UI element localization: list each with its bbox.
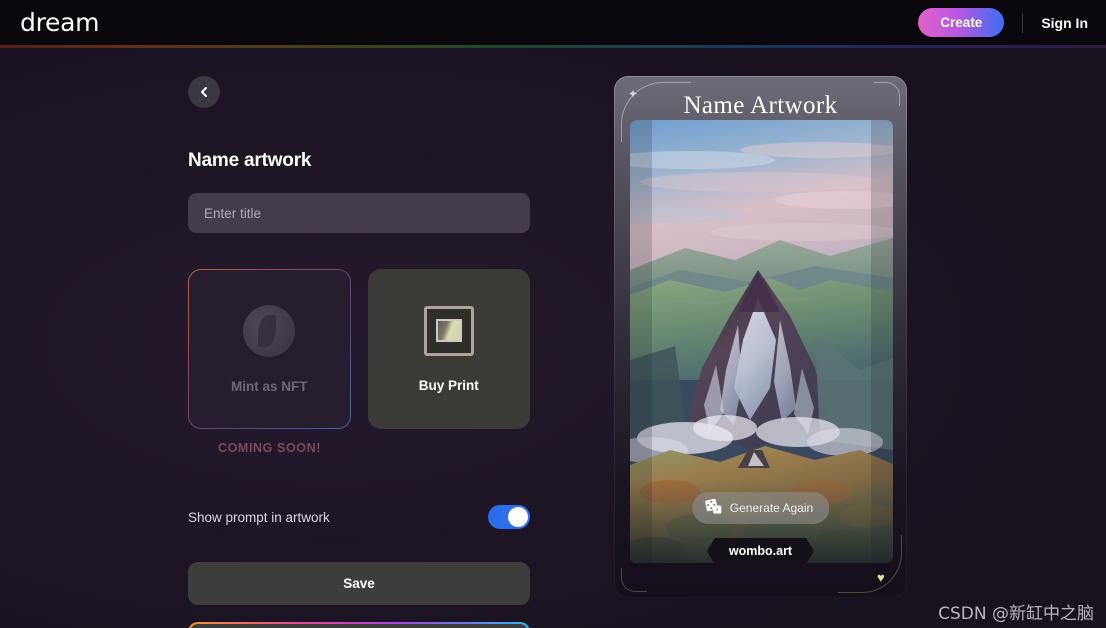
artwork-title-input[interactable] [188, 193, 530, 233]
back-button[interactable] [188, 76, 220, 108]
sign-in-link[interactable]: Sign In [1041, 15, 1088, 31]
coming-soon-badge: COMING SOON! [217, 441, 322, 455]
top-header: dream Create Sign In [0, 0, 1106, 45]
toggle-knob [508, 507, 528, 527]
dice-icon [704, 498, 722, 517]
publish-button[interactable]: Publish [190, 624, 528, 628]
create-button[interactable]: Create [918, 7, 1005, 38]
chevron-left-icon [197, 85, 211, 99]
name-artwork-form: Name artwork Mint as NFT COMING SOON! Bu… [188, 76, 530, 628]
wombo-art-badge: wombo.art [707, 538, 814, 564]
show-prompt-row: Show prompt in artwork [188, 505, 530, 529]
mint-as-nft-label: Mint as NFT [231, 378, 308, 394]
preview-title: Name Artwork [683, 92, 838, 119]
generate-again-button[interactable]: Generate Again [691, 492, 830, 524]
generate-again-label: Generate Again [729, 501, 814, 515]
artwork-preview-card: ✦ Name Artwork Generate Again wombo.art … [614, 76, 907, 598]
publish-button-border[interactable]: Publish [188, 622, 530, 628]
picture-frame-icon [423, 305, 474, 356]
artwork-preview-inner: ✦ Name Artwork Generate Again wombo.art … [615, 77, 906, 597]
nft-coin-icon [243, 304, 296, 357]
wombo-heart-icon: ♥ [877, 570, 885, 585]
picture-frame-inner [435, 319, 462, 342]
dream-logo[interactable]: dream [20, 10, 99, 35]
show-prompt-label: Show prompt in artwork [188, 509, 330, 525]
header-divider [1022, 12, 1024, 33]
corner-flourish-bottom-left [621, 568, 647, 592]
buy-print-label: Buy Print [418, 377, 479, 393]
save-button[interactable]: Save [188, 562, 530, 605]
artwork-options: Mint as NFT COMING SOON! Buy Print [188, 269, 530, 455]
header-actions: Create Sign In [918, 7, 1088, 38]
header-gradient-divider [0, 45, 1106, 48]
mint-as-nft-card-body: Mint as NFT [189, 270, 350, 428]
buy-print-card[interactable]: Buy Print [367, 269, 530, 429]
mint-as-nft-card[interactable]: Mint as NFT COMING SOON! [188, 269, 351, 455]
show-prompt-toggle[interactable] [488, 505, 530, 529]
page-title: Name artwork [188, 150, 312, 171]
app-root: dream Create Sign In Name artwork Mint a… [0, 0, 1106, 628]
csdn-watermark: CSDN @新缸中之脑 [938, 604, 1094, 624]
